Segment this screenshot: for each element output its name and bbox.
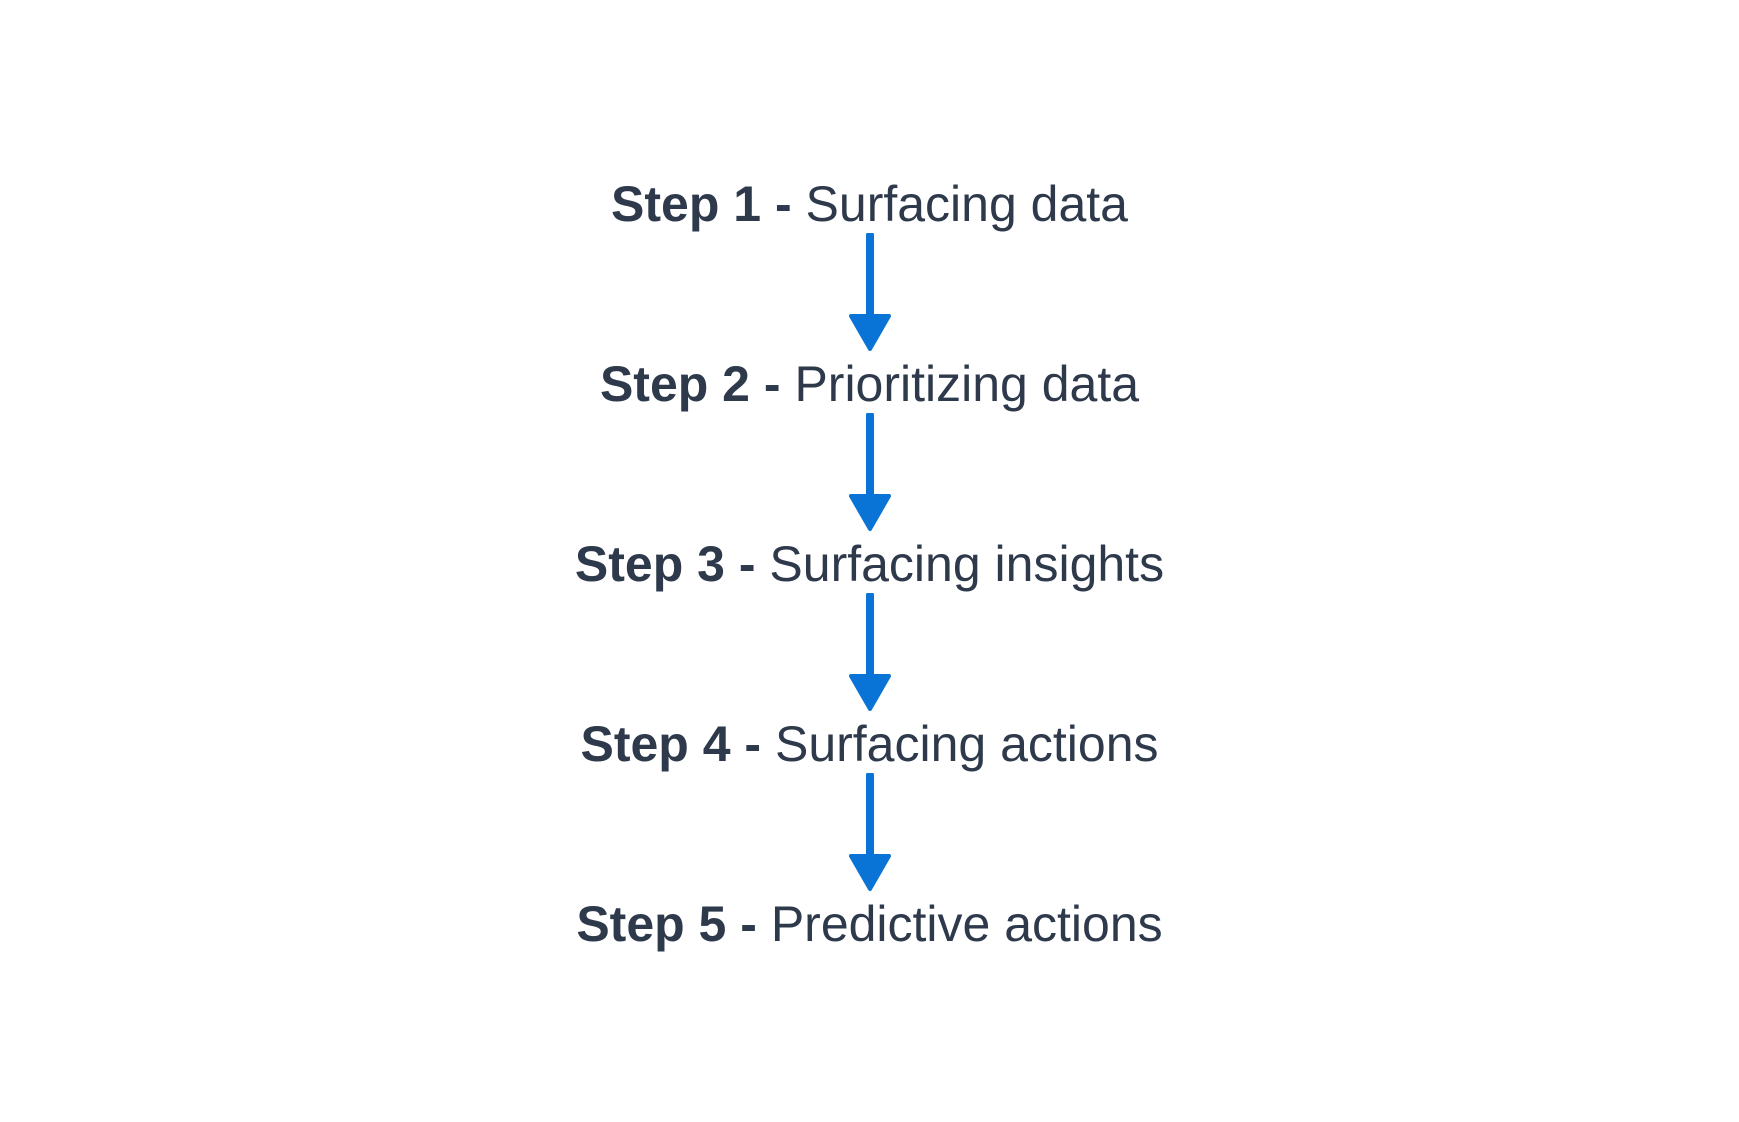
step-5-number: Step 5 - — [576, 896, 757, 952]
step-3-number: Step 3 - — [574, 536, 756, 592]
step-4-label: Surfacing actions — [774, 716, 1159, 772]
step-2-label: Prioritizing data — [794, 356, 1140, 412]
arrow-1-graphic — [849, 233, 891, 351]
step-5: Step 5 - Predictive actions — [0, 894, 1739, 954]
process-flow-diagram: Step 1 - Surfacing data Step 2 - Priorit… — [0, 0, 1739, 1122]
step-4: Step 4 - Surfacing actions — [0, 714, 1739, 774]
arrow-down-icon — [849, 413, 891, 531]
arrow-down-icon — [849, 233, 891, 351]
step-3-label: Surfacing insights — [769, 536, 1165, 592]
step-1-number: Step 1 - — [611, 176, 792, 232]
step-2: Step 2 - Prioritizing data — [0, 354, 1739, 414]
step-1-label: Surfacing data — [805, 176, 1128, 232]
arrow-4-graphic — [849, 773, 891, 891]
arrow-2-graphic — [849, 413, 891, 531]
step-5-label: Predictive actions — [770, 896, 1163, 952]
step-4-number: Step 4 - — [580, 716, 762, 772]
step-1: Step 1 - Surfacing data — [0, 174, 1739, 234]
step-2-number: Step 2 - — [599, 356, 781, 412]
arrow-3-graphic — [849, 593, 891, 711]
arrow-down-icon — [849, 593, 891, 711]
arrow-down-icon — [849, 773, 891, 891]
step-3: Step 3 - Surfacing insights — [0, 534, 1739, 594]
